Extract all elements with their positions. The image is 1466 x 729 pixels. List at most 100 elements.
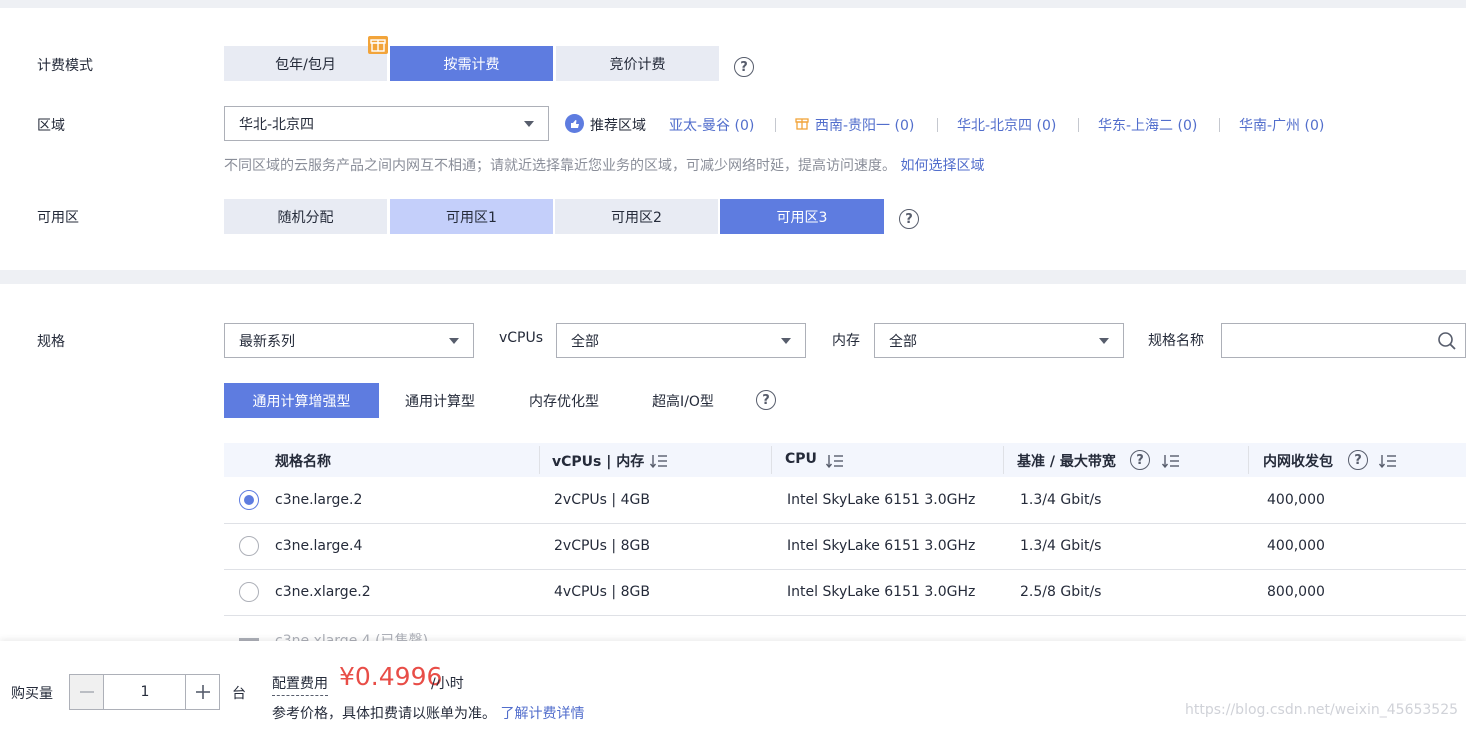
- az-label: 可用区: [37, 210, 79, 226]
- row-radio[interactable]: [239, 490, 259, 510]
- price-value: ¥0.4996: [339, 662, 443, 691]
- row-spec-name: c3ne.large.2: [275, 492, 363, 508]
- row-pps: 800,000: [1267, 584, 1325, 600]
- chevron-down-icon: [1099, 338, 1109, 344]
- region-divider: [1078, 118, 1079, 132]
- region-divider: [937, 118, 938, 132]
- row-vcpus-memory: 2vCPUs | 4GB: [554, 492, 650, 508]
- az-option-1[interactable]: 可用区1: [390, 199, 553, 234]
- az-help-icon[interactable]: ?: [899, 209, 919, 229]
- spec-tab-memory-optimized[interactable]: 内存优化型: [514, 383, 614, 418]
- region-link-beijing4[interactable]: 华北-北京四 (0): [957, 115, 1056, 135]
- sort-icon[interactable]: [1161, 454, 1180, 469]
- gift-icon: [795, 116, 809, 130]
- spec-name-input[interactable]: [1232, 325, 1432, 356]
- region-link-shanghai2[interactable]: 华东-上海二 (0): [1098, 115, 1197, 135]
- billing-details-link[interactable]: 了解计费详情: [500, 706, 584, 722]
- billing-help-icon[interactable]: ?: [734, 57, 754, 77]
- row-cpu: Intel SkyLake 6151 3.0GHz: [787, 492, 976, 508]
- pps-help-icon[interactable]: ?: [1348, 450, 1368, 470]
- row-cpu: Intel SkyLake 6151 3.0GHz: [787, 584, 976, 600]
- watermark: https://blog.csdn.net/weixin_45653525: [1185, 702, 1459, 718]
- quantity-unit: 台: [232, 686, 246, 702]
- column-header-vcpus: vCPUs | 内存: [552, 454, 645, 470]
- spec-tab-general[interactable]: 通用计算型: [390, 383, 490, 418]
- region-select[interactable]: 华北-北京四: [224, 106, 549, 141]
- column-divider: [1003, 446, 1004, 474]
- region-link-bangkok[interactable]: 亚太-曼谷 (0): [669, 115, 754, 135]
- sort-icon[interactable]: [825, 454, 844, 469]
- gift-icon: [368, 36, 388, 54]
- region-hint-text: 不同区域的云服务产品之间内网互不相通；请就近选择靠近您业务的区域，可减少网络时延…: [224, 158, 896, 174]
- az-option-random[interactable]: 随机分配: [224, 199, 387, 234]
- column-divider: [771, 446, 772, 474]
- thumbs-up-icon: [565, 114, 584, 133]
- column-header-pps: 内网收发包: [1263, 454, 1333, 470]
- quantity-label: 购买量: [11, 686, 53, 702]
- row-bandwidth: 1.3/4 Gbit/s: [1020, 538, 1102, 554]
- row-spec-name: c3ne.xlarge.2: [275, 584, 371, 600]
- region-hint: 不同区域的云服务产品之间内网互不相通；请就近选择靠近您业务的区域，可减少网络时延…: [224, 155, 984, 175]
- increment-button[interactable]: [185, 675, 219, 709]
- row-vcpus-memory: 4vCPUs | 8GB: [554, 584, 650, 600]
- row-radio[interactable]: [239, 536, 259, 556]
- row-divider: [224, 615, 1466, 616]
- memory-select[interactable]: 全部: [874, 323, 1124, 358]
- sort-icon[interactable]: [649, 454, 668, 469]
- series-select-value: 最新系列: [239, 333, 295, 350]
- column-divider: [1248, 446, 1249, 474]
- row-radio[interactable]: [239, 582, 259, 602]
- region-hint-link[interactable]: 如何选择区域: [900, 158, 984, 174]
- billing-mode-label: 计费模式: [37, 58, 93, 74]
- row-spec-name: c3ne.large.4: [275, 538, 363, 554]
- spec-name-filter-label: 规格名称: [1148, 333, 1204, 349]
- row-vcpus-memory: 2vCPUs | 8GB: [554, 538, 650, 554]
- chevron-down-icon: [449, 338, 459, 344]
- az-option-3[interactable]: 可用区3: [720, 199, 884, 234]
- column-header-name: 规格名称: [275, 454, 331, 470]
- billing-option-on-demand[interactable]: 按需计费: [390, 46, 553, 81]
- region-label: 区域: [37, 118, 65, 134]
- spec-name-search[interactable]: [1221, 323, 1466, 358]
- quantity-stepper: 1: [69, 674, 220, 710]
- region-divider: [775, 118, 776, 132]
- vcpus-select-value: 全部: [571, 333, 599, 350]
- spec-label: 规格: [37, 334, 65, 350]
- price-note: 参考价格，具体扣费请以账单为准。 了解计费详情: [272, 703, 584, 723]
- quantity-value[interactable]: 1: [105, 675, 185, 709]
- region-divider: [1219, 118, 1220, 132]
- chevron-down-icon: [524, 121, 534, 127]
- sort-icon[interactable]: [1378, 454, 1397, 469]
- az-group: 随机分配 可用区1 可用区2 可用区3: [224, 199, 884, 234]
- memory-select-value: 全部: [889, 333, 917, 350]
- billing-option-spot[interactable]: 竞价计费: [556, 46, 719, 81]
- column-header-cpu: CPU: [785, 451, 817, 467]
- series-select[interactable]: 最新系列: [224, 323, 474, 358]
- region-select-value: 华北-北京四: [239, 116, 315, 133]
- spec-tabs-help-icon[interactable]: ?: [756, 390, 776, 410]
- row-bandwidth: 1.3/4 Gbit/s: [1020, 492, 1102, 508]
- price-note-text: 参考价格，具体扣费请以账单为准。: [272, 706, 496, 722]
- recommend-region-label: 推荐区域: [590, 118, 646, 134]
- row-pps: 400,000: [1267, 492, 1325, 508]
- spec-tab-ultra-io[interactable]: 超高I/O型: [638, 383, 728, 418]
- vcpus-select[interactable]: 全部: [556, 323, 806, 358]
- memory-filter-label: 内存: [832, 333, 860, 349]
- billing-mode-group: 包年/包月 按需计费 竞价计费: [224, 46, 719, 81]
- az-option-2[interactable]: 可用区2: [555, 199, 718, 234]
- decrement-button[interactable]: [70, 675, 104, 709]
- vcpus-filter-label: vCPUs: [499, 330, 544, 346]
- search-icon[interactable]: [1437, 331, 1457, 351]
- region-link-guiyang[interactable]: 西南-贵阳一 (0): [815, 115, 914, 135]
- region-link-guangzhou[interactable]: 华南-广州 (0): [1239, 115, 1324, 135]
- fee-label[interactable]: 配置费用: [272, 673, 328, 696]
- column-divider: [539, 446, 540, 474]
- spec-tab-general-enhanced[interactable]: 通用计算增强型: [224, 383, 379, 418]
- chevron-down-icon: [781, 338, 791, 344]
- bandwidth-help-icon[interactable]: ?: [1130, 450, 1150, 470]
- row-bandwidth: 2.5/8 Gbit/s: [1020, 584, 1102, 600]
- row-cpu: Intel SkyLake 6151 3.0GHz: [787, 538, 976, 554]
- price-unit: /小时: [431, 676, 464, 692]
- column-header-bandwidth: 基准 / 最大带宽: [1017, 454, 1116, 470]
- billing-option-yearly[interactable]: 包年/包月: [224, 46, 387, 81]
